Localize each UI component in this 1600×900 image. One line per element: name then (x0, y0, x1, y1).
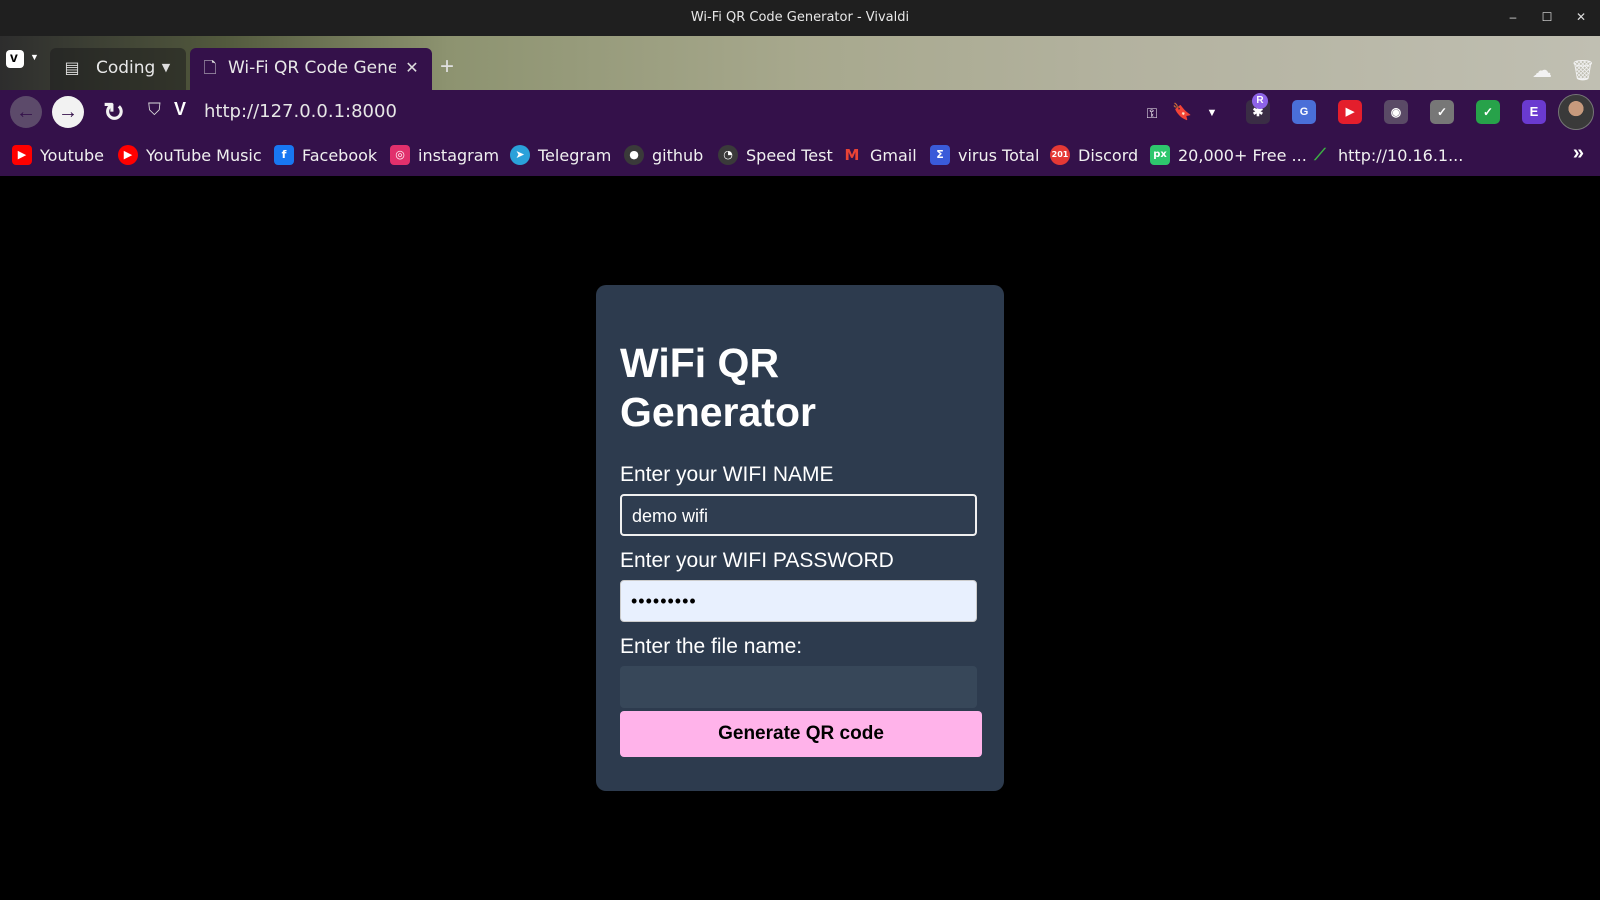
wifi-name-input[interactable]: demo wifi (620, 494, 977, 536)
site-info-icon[interactable]: V (174, 99, 186, 120)
cloud-sync-icon[interactable]: ☁ (1532, 58, 1552, 83)
bookmark-speed-test[interactable]: ◔ Speed Test (718, 144, 833, 166)
bookmark-label: Telegram (538, 145, 612, 165)
bookmark-label: YouTube Music (146, 145, 262, 165)
instagram-icon: ◎ (390, 145, 410, 165)
page-title: WiFi QR Generator (620, 340, 816, 435)
trash-icon[interactable]: 🗑 (1570, 58, 1595, 83)
more-bookmarks-icon[interactable]: » (1573, 142, 1584, 165)
bookmark-local-link[interactable]: ⟋ http://10.16.1... (1310, 144, 1463, 166)
tab-title: Wi-Fi QR Code Genera (228, 58, 396, 78)
window-title: Wi-Fi QR Code Generator - Vivaldi (690, 10, 910, 25)
minimize-button[interactable]: – (1504, 8, 1522, 26)
bookmark-youtube-music[interactable]: ▶ YouTube Music (118, 144, 262, 166)
telegram-icon: ➤ (510, 145, 530, 165)
adblock-extension-icon[interactable]: ✓ (1476, 100, 1500, 124)
file-name-input[interactable] (620, 666, 977, 708)
address-toolbar: ← → ↻ ⛉ V http://127.0.0.1:8000 ⚿ 🔖 ▼ ✱ … (0, 90, 1600, 134)
tab-stack-label: Coding (96, 58, 156, 78)
wifi-password-label: Enter your WIFI PASSWORD (620, 549, 894, 572)
youtube-music-icon: ▶ (118, 145, 138, 165)
back-button[interactable]: ← (10, 96, 42, 128)
facebook-icon: f (274, 145, 294, 165)
bookmark-youtube[interactable]: ▶ Youtube (12, 144, 104, 166)
bookmark-gmail[interactable]: M Gmail (842, 144, 917, 166)
spy-extension-icon[interactable]: ◉ (1384, 100, 1408, 124)
translate-extension-icon[interactable]: G (1292, 100, 1316, 124)
bookmark-pixabay[interactable]: px 20,000+ Free ... (1150, 144, 1307, 166)
page-viewport: WiFi QR Generator Enter your WIFI NAME d… (0, 176, 1600, 900)
bookmark-virus-total[interactable]: Σ virus Total (930, 144, 1039, 166)
youtube-extension-icon[interactable]: ▶ (1338, 100, 1362, 124)
file-name-label: Enter the file name: (620, 635, 803, 658)
e-extension-icon[interactable]: E (1522, 100, 1546, 124)
speedtest-icon: ◔ (718, 145, 738, 165)
close-tab-icon[interactable]: ✕ (402, 58, 422, 78)
bookmark-icon[interactable]: 🔖 (1170, 101, 1194, 125)
key-icon[interactable]: ⚿ (1140, 101, 1164, 125)
youtube-icon: ▶ (12, 145, 32, 165)
shield-icon[interactable]: ⛉ (148, 100, 161, 120)
vivaldi-menu-icon[interactable] (6, 49, 24, 68)
tab-active[interactable]: 🗋 Wi-Fi QR Code Genera ✕ (190, 48, 432, 90)
bookmark-discord[interactable]: 201 Discord (1050, 144, 1138, 166)
url-field[interactable]: http://127.0.0.1:8000 (204, 101, 397, 122)
maximize-button[interactable]: ☐ (1538, 8, 1556, 26)
chevron-down-icon[interactable]: ▼ (156, 58, 176, 78)
chevron-down-icon[interactable]: ▼ (30, 52, 39, 62)
bookmark-label: virus Total (958, 145, 1040, 165)
avatar[interactable] (1558, 94, 1594, 130)
bookmarks-bar: ▶ Youtube ▶ YouTube Music f Facebook ◎ i… (0, 134, 1600, 176)
pixabay-icon: px (1150, 145, 1170, 165)
wifi-name-label: Enter your WIFI NAME (620, 463, 834, 486)
bookmark-github[interactable]: ● github (624, 144, 703, 166)
bookmark-facebook[interactable]: f Facebook (274, 144, 377, 166)
profile-badge-icon: R (1252, 93, 1268, 109)
discord-icon: 201 (1050, 145, 1070, 165)
bookmark-telegram[interactable]: ➤ Telegram (510, 144, 611, 166)
shield-extension-icon[interactable]: ✓ (1430, 100, 1454, 124)
generate-qr-button[interactable]: Generate QR code (620, 711, 982, 757)
reload-button[interactable]: ↻ (98, 96, 130, 128)
link-icon: ⟋ (1314, 145, 1326, 164)
bookmark-label: github (652, 145, 704, 165)
virustotal-icon: Σ (930, 145, 950, 165)
window-titlebar: Wi-Fi QR Code Generator - Vivaldi – ☐ ✕ (0, 0, 1600, 36)
new-tab-button[interactable]: + (440, 55, 454, 79)
page-icon: 🗋 (203, 58, 217, 77)
bookmark-instagram[interactable]: ◎ instagram (390, 144, 499, 166)
qr-form-card: WiFi QR Generator Enter your WIFI NAME d… (596, 285, 1004, 791)
chevron-down-icon[interactable]: ▼ (1200, 101, 1224, 125)
close-window-button[interactable]: ✕ (1572, 8, 1590, 26)
tab-stack-icon: ▤ (64, 58, 80, 77)
bookmark-label: 20,000+ Free ... (1178, 145, 1307, 165)
wifi-password-input[interactable]: ••••••••• (620, 580, 977, 622)
bookmark-label: Discord (1078, 145, 1139, 165)
bookmark-label: instagram (418, 145, 500, 165)
gmail-icon: M (844, 146, 860, 164)
tab-stack-coding[interactable]: ▤ Coding ▼ (50, 48, 186, 90)
bookmark-label: Facebook (302, 145, 378, 165)
tab-strip: ▼ ▤ Coding ▼ 🗋 Wi-Fi QR Code Genera ✕ + … (0, 36, 1600, 90)
bookmark-label: Gmail (870, 145, 917, 165)
forward-button[interactable]: → (52, 96, 84, 128)
bookmark-label: Youtube (40, 145, 104, 165)
bookmark-label: http://10.16.1... (1338, 145, 1464, 165)
bookmark-label: Speed Test (746, 145, 833, 165)
github-icon: ● (624, 145, 644, 165)
